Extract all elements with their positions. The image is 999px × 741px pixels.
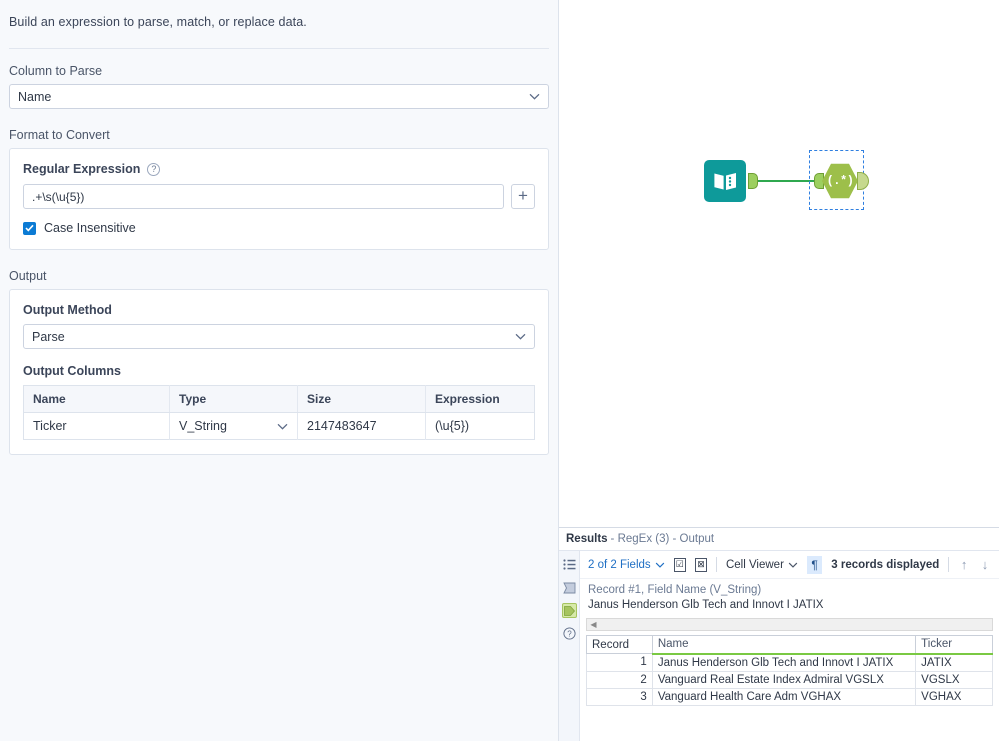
intro-text: Build an expression to parse, match, or … — [9, 15, 307, 29]
output-method-value: Parse — [32, 329, 65, 344]
grid-header-record[interactable]: Record — [586, 635, 653, 654]
cell-viewer-value[interactable]: Janus Henderson Glb Tech and Innovt I JA… — [588, 599, 991, 611]
grid-cell-ticker[interactable]: VGHAX — [915, 687, 993, 706]
tool-configuration-panel: Build an expression to parse, match, or … — [0, 0, 559, 741]
grid-header-row: Record Name Ticker — [586, 635, 993, 655]
results-title-bar: Results - RegEx (3) - Output — [559, 528, 999, 551]
column-to-parse-select[interactable]: Name — [9, 84, 549, 109]
output-columns-label: Output Columns — [23, 364, 121, 378]
grid-cell-record: 1 — [586, 653, 653, 672]
chevron-down-icon — [788, 562, 798, 568]
chevron-down-icon — [529, 93, 540, 100]
col-header-name: Name — [23, 385, 170, 413]
cell-viewer-pane: Record #1, Field Name (V_String) Janus H… — [580, 579, 999, 613]
toolbar-divider — [716, 557, 717, 572]
chevron-down-icon — [655, 562, 665, 568]
svg-text:?: ? — [567, 630, 572, 639]
cell-viewer-selector[interactable]: Cell Viewer — [726, 559, 798, 571]
col-header-type: Type — [169, 385, 298, 413]
workflow-graph: (.*) — [704, 150, 869, 220]
regular-expression-label: Regular Expression — [23, 162, 141, 176]
help-icon[interactable]: ? — [562, 626, 577, 641]
output-anchor-icon[interactable] — [561, 603, 577, 618]
select-all-fields-icon[interactable]: ☑ — [673, 557, 686, 572]
format-to-convert-group: Regular Expression ? .+\s(\u{5}) + Case … — [9, 148, 549, 250]
pilcrow-icon[interactable]: ¶ — [806, 555, 823, 574]
grid-cell-record: 3 — [586, 687, 653, 706]
output-method-select[interactable]: Parse — [23, 324, 535, 349]
chevron-down-icon — [277, 423, 288, 430]
horizontal-scrollbar[interactable]: ◀ — [586, 618, 993, 631]
case-insensitive-label: Case Insensitive — [44, 221, 136, 235]
input-tool-output-anchor[interactable] — [748, 173, 758, 189]
output-group: Output Method Parse Output Columns Name … — [9, 289, 549, 455]
table-row[interactable]: Ticker V_String 2147483647 (\u{5}) — [23, 412, 535, 440]
results-grid: Record Name Ticker 1 Janus Henderson Glb… — [586, 635, 993, 706]
cell-size[interactable]: 2147483647 — [297, 412, 426, 440]
output-label: Output — [9, 269, 47, 283]
grid-header-ticker[interactable]: Ticker — [915, 635, 993, 655]
table-row[interactable]: 3 Vanguard Health Care Adm VGHAX VGHAX — [586, 687, 993, 706]
cell-viewer-label: Cell Viewer — [725, 558, 784, 571]
regex-input[interactable]: .+\s(\u{5}) — [23, 184, 504, 209]
help-icon[interactable]: ? — [147, 162, 161, 176]
format-to-convert-label: Format to Convert — [9, 128, 110, 142]
column-to-parse-value: Name — [18, 89, 52, 104]
add-expression-button[interactable]: + — [511, 184, 535, 209]
regex-tool-glyph: (.*) — [822, 163, 858, 199]
regex-input-row: .+\s(\u{5}) + — [23, 184, 535, 209]
results-rail: ? — [559, 551, 580, 741]
fields-label: 2 of 2 Fields — [588, 558, 651, 571]
grid-cell-ticker[interactable]: VGSLX — [915, 670, 993, 689]
cell-type-value: V_String — [179, 419, 227, 433]
output-method-label: Output Method — [23, 303, 112, 317]
workflow-canvas[interactable]: (.*) — [559, 0, 999, 527]
col-header-expression: Expression — [425, 385, 535, 413]
grid-cell-ticker[interactable]: JATIX — [915, 653, 993, 672]
cell-expression[interactable]: (\u{5}) — [425, 412, 535, 440]
previous-record-icon[interactable]: ↑ — [958, 557, 970, 572]
input-data-tool-icon[interactable] — [704, 160, 746, 202]
deselect-all-fields-icon[interactable]: ⊠ — [694, 557, 708, 572]
scroll-left-icon[interactable]: ◀ — [587, 619, 600, 630]
cell-name[interactable]: Ticker — [23, 412, 170, 440]
results-toolbar: 2 of 2 Fields ☑ ⊠ Cell Viewer ¶ 3 record… — [580, 551, 999, 579]
grid-cell-record: 2 — [586, 670, 653, 689]
list-icon[interactable] — [562, 557, 577, 572]
results-main: 2 of 2 Fields ☑ ⊠ Cell Viewer ¶ 3 record… — [580, 551, 999, 741]
cell-viewer-header: Record #1, Field Name (V_String) — [588, 584, 762, 596]
column-to-parse-label: Column to Parse — [9, 64, 103, 78]
table-header-row: Name Type Size Expression — [23, 385, 535, 413]
results-body: ? 2 of 2 Fields ☑ ⊠ Cell Viewer ¶ 3 reco… — [559, 551, 999, 741]
table-row[interactable]: 1 Janus Henderson Glb Tech and Innovt I … — [586, 653, 993, 672]
case-insensitive-checkbox[interactable] — [23, 221, 36, 235]
case-insensitive-row[interactable]: Case Insensitive — [23, 221, 535, 235]
results-title: Results — [566, 533, 608, 545]
grid-cell-name[interactable]: Janus Henderson Glb Tech and Innovt I JA… — [651, 653, 917, 672]
app-root: Build an expression to parse, match, or … — [0, 0, 999, 741]
fields-selector[interactable]: 2 of 2 Fields — [588, 559, 665, 571]
right-side: (.*) Results - RegEx (3) - Output ? 2 of… — [559, 0, 999, 741]
chevron-down-icon — [515, 333, 526, 340]
col-header-size: Size — [297, 385, 426, 413]
regex-tool-output-anchor[interactable] — [857, 172, 869, 190]
next-record-icon[interactable]: ↓ — [979, 557, 991, 572]
grid-header-name[interactable]: Name — [651, 635, 917, 655]
grid-cell-name[interactable]: Vanguard Health Care Adm VGHAX — [651, 687, 917, 706]
output-columns-table: Name Type Size Expression Ticker V_Strin… — [23, 385, 535, 440]
regular-expression-label-row: Regular Expression ? — [23, 162, 535, 176]
divider — [9, 48, 549, 49]
results-panel: Results - RegEx (3) - Output ? 2 of 2 Fi… — [559, 527, 999, 741]
cell-type[interactable]: V_String — [169, 412, 298, 440]
table-row[interactable]: 2 Vanguard Real Estate Index Admiral VGS… — [586, 670, 993, 689]
toolbar-divider — [948, 557, 950, 572]
grid-cell-name[interactable]: Vanguard Real Estate Index Admiral VGSLX — [651, 670, 917, 689]
metadata-icon[interactable] — [562, 580, 577, 595]
results-subtitle: - RegEx (3) - Output — [610, 533, 715, 545]
results-grid-wrapper: Record Name Ticker 1 Janus Henderson Glb… — [580, 631, 999, 741]
records-displayed-label: 3 records displayed — [831, 558, 940, 571]
regex-tool-icon[interactable]: (.*) — [822, 163, 858, 199]
